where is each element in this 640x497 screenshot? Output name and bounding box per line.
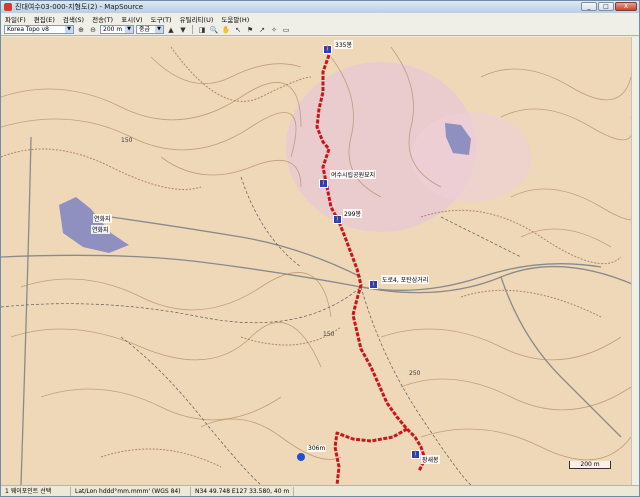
map-tool-icon[interactable]: ◨: [197, 25, 207, 35]
window-controls: _ □ X: [581, 2, 637, 11]
waypoint-label: 여수시립공원묘지: [330, 170, 377, 179]
waypoint-tool-icon[interactable]: ⚑: [245, 25, 255, 35]
contour-label: 150: [323, 331, 335, 338]
menu-transfer[interactable]: 전송(T): [92, 14, 113, 24]
receive-from-device-icon[interactable]: ▲: [166, 25, 176, 35]
status-bar: 1 웨이포인트 선택 Lat/Lon hddd°mm.mmm' (WGS 84)…: [1, 485, 639, 496]
waypoint-icon[interactable]: 🚶: [323, 45, 332, 54]
menu-utilities[interactable]: 유틸리티(U): [180, 14, 214, 24]
waypoint-icon[interactable]: 🚶: [333, 215, 342, 224]
scale-bar: 200 m: [569, 461, 611, 469]
detail-select[interactable]: 중급 ▼: [136, 25, 164, 34]
chevron-down-icon: ▼: [125, 26, 133, 33]
distance-tool-icon[interactable]: ▭: [281, 25, 291, 35]
coord-format: Lat/Lon hddd°mm.mmm' (WGS 84): [71, 486, 191, 496]
window-title: 진대여수03-000-지형도(2) - MapSource: [15, 3, 144, 11]
scale-select[interactable]: 200 m ▼: [100, 25, 134, 34]
detail-select-value: 중급: [139, 26, 151, 33]
topo-map: [1, 46, 639, 485]
waypoint-label: 335봉: [334, 40, 353, 49]
waypoint-label: 도로4, 포탄삼거리: [381, 275, 430, 284]
route-tool-icon[interactable]: ↗: [257, 25, 267, 35]
hand-tool-icon[interactable]: ✋: [221, 25, 231, 35]
zoom-tool-icon[interactable]: 🔍: [209, 25, 219, 35]
menu-bar: 파일(F) 편집(E) 검색(S) 전송(T) 표시(V) 도구(T) 유틸리티…: [1, 13, 639, 24]
selection-tool-icon[interactable]: ↖: [233, 25, 243, 35]
waypoint-icon[interactable]: 🚶: [319, 179, 328, 188]
place-label: 연화지: [93, 214, 112, 223]
contour-label: 250: [409, 370, 421, 377]
send-to-device-icon[interactable]: ▼: [178, 25, 188, 35]
menu-help[interactable]: 도움말(H): [221, 14, 249, 24]
menu-edit[interactable]: 편집(E): [34, 14, 55, 24]
map-view[interactable]: 🚶 335봉 🚶 여수시립공원묘지 🚶 299봉 🚶 도로4, 포탄삼거리 🚶 …: [1, 37, 639, 485]
waypoint-label: 장새봉: [421, 455, 440, 464]
waypoint-icon[interactable]: 🚶: [411, 450, 420, 459]
zoom-in-icon[interactable]: ⊕: [76, 25, 86, 35]
minimize-button[interactable]: _: [581, 2, 597, 11]
waypoint-icon[interactable]: 🚶: [369, 280, 378, 289]
menu-find[interactable]: 검색(S): [63, 14, 84, 24]
close-button[interactable]: X: [615, 2, 637, 11]
summit-marker: [297, 453, 305, 461]
waypoint-label: 306m: [307, 445, 327, 452]
waypoint-label: 299봉: [343, 209, 362, 218]
app-icon: [4, 3, 12, 11]
zoom-out-icon[interactable]: ⊖: [88, 25, 98, 35]
menu-file[interactable]: 파일(F): [5, 14, 26, 24]
product-select[interactable]: Korea Topo v8 ▼: [4, 25, 74, 34]
track-tool-icon[interactable]: ✧: [269, 25, 279, 35]
contour-label: 150: [121, 137, 133, 144]
chevron-down-icon: ▼: [155, 26, 163, 33]
maximize-button[interactable]: □: [598, 2, 614, 11]
mapsource-window: 진대여수03-000-지형도(2) - MapSource _ □ X 파일(F…: [0, 0, 640, 497]
product-select-value: Korea Topo v8: [7, 26, 49, 33]
toolbar: Korea Topo v8 ▼ ⊕ ⊖ 200 m ▼ 중급 ▼ ▲ ▼ ◨ 🔍…: [1, 24, 639, 36]
chevron-down-icon: ▼: [65, 26, 73, 33]
selection-status: 1 웨이포인트 선택: [1, 486, 71, 496]
menu-view[interactable]: 표시(V): [121, 14, 142, 24]
menu-tools[interactable]: 도구(T): [151, 14, 172, 24]
place-label: 연화지: [91, 225, 110, 234]
cursor-coordinates: N34 49.748 E127 33.580, 40 m: [191, 486, 295, 496]
gps-track-branch: [333, 427, 408, 485]
vertical-scrollbar[interactable]: [631, 37, 639, 485]
scale-select-value: 200 m: [103, 26, 123, 33]
toolbar-divider: [192, 25, 193, 34]
title-bar: 진대여수03-000-지형도(2) - MapSource _ □ X: [1, 1, 639, 13]
